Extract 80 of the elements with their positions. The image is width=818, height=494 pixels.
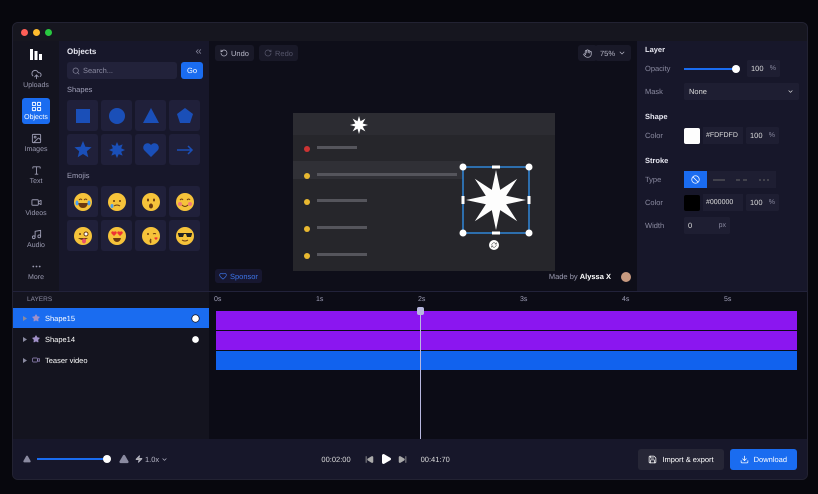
play-button[interactable] [380,453,392,465]
chevron-down-icon [787,88,794,95]
tear-emoji-icon [106,192,126,212]
star-icon [32,314,40,322]
triangle-shape-icon [140,106,160,126]
emoji-tile[interactable] [169,220,200,251]
emoji-tile[interactable] [67,186,98,217]
laugh-emoji-icon [72,192,92,212]
blush-emoji-icon [174,192,194,212]
videos-icon [30,197,42,208]
chevron-down-icon [618,49,626,57]
text-icon [30,165,42,176]
images-icon [30,133,42,144]
color-swatch[interactable] [684,128,700,144]
playhead-handle[interactable] [417,307,424,315]
search-icon [72,66,80,74]
small-triangle-icon[interactable] [23,455,31,463]
objects-icon [30,101,42,112]
expand-caret-icon [23,336,27,342]
shape-tile[interactable] [101,134,132,165]
solid-line-icon [712,178,724,180]
avatar [621,272,631,282]
surprised-emoji-icon [140,192,160,212]
audio-icon [30,229,42,240]
tongue-emoji-icon [72,226,92,246]
emoji-tile[interactable] [101,220,132,251]
download-icon [740,454,749,464]
emoji-tile[interactable] [67,220,98,251]
redo-icon [264,49,272,57]
timeline-track[interactable] [216,331,797,350]
no-stroke-icon [691,175,700,184]
circle-shape-icon [106,106,126,126]
expand-caret-icon [23,358,27,362]
emoji-tile[interactable] [101,186,132,217]
panel-title: Objects [67,47,96,56]
stroke-type-option[interactable] [684,171,707,188]
shape-tile[interactable] [169,100,200,131]
star-icon [32,335,40,343]
timeline-track[interactable] [216,351,797,370]
minimize-button[interactable] [33,28,40,36]
shape-tile[interactable] [67,100,98,131]
skip-back-button[interactable] [364,454,374,464]
hearteyes-emoji-icon [106,226,126,246]
shape-tile[interactable] [169,134,200,165]
pentagon-shape-icon [174,106,194,126]
shape-tile[interactable] [101,100,132,131]
shape-tile[interactable] [135,134,166,165]
burst-shape-icon [106,140,126,160]
heart-icon [219,272,227,280]
shape-tile[interactable] [67,134,98,165]
undo-icon [220,49,228,57]
emoji-tile[interactable] [135,220,166,251]
large-triangle-icon[interactable] [119,454,129,464]
dotted-line-icon [758,178,770,180]
color-swatch[interactable] [684,194,700,210]
slider-thumb[interactable] [103,455,111,463]
hand-tool-button[interactable] [578,45,597,61]
chevron-down-icon [161,456,168,462]
slider-thumb[interactable] [732,64,740,72]
video-icon [32,356,40,364]
dashed-line-icon [736,178,748,180]
uploads-icon [30,69,42,80]
expand-caret-icon [23,316,27,320]
close-button[interactable] [21,28,28,36]
rotate-icon [491,242,497,248]
shape-tile[interactable] [135,100,166,131]
star-shape-icon [72,140,92,160]
sunglasses-emoji-icon [174,226,194,246]
skip-forward-button[interactable] [398,454,407,464]
emoji-tile[interactable] [169,186,200,217]
logo-icon [30,49,42,60]
lightning-icon [135,455,143,463]
collapse-icon[interactable] [194,47,203,56]
kiss-emoji-icon [140,226,160,246]
stroke-type-option[interactable] [707,171,730,188]
emoji-tile[interactable] [135,186,166,217]
timeline-track[interactable] [216,311,797,330]
maximize-button[interactable] [45,28,52,36]
save-icon [648,454,658,464]
hand-icon [583,48,592,58]
